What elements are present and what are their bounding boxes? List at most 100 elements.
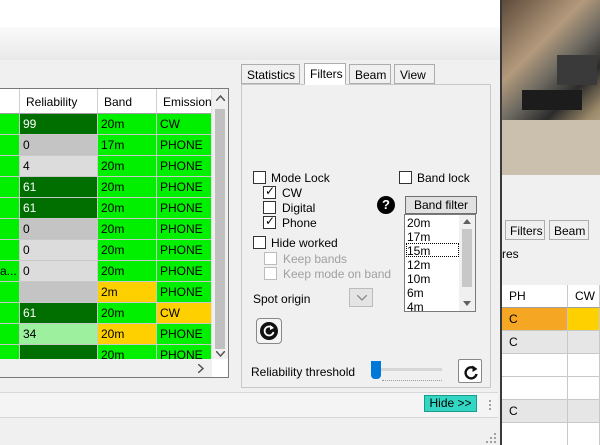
reliability-cell[interactable]: 99	[20, 114, 98, 135]
reliability-threshold-track[interactable]	[376, 368, 442, 371]
row-lead-cell[interactable]	[0, 156, 20, 177]
cw-checkbox[interactable]: ✓	[263, 184, 276, 199]
question-circle-icon[interactable]: ?	[377, 196, 395, 214]
tab-beam[interactable]: Beam	[549, 220, 589, 240]
column-header-band[interactable]: Band	[98, 89, 157, 114]
reliability-cell[interactable]: 4	[20, 156, 98, 177]
emission-cell[interactable]: CW	[157, 303, 212, 324]
band-cell[interactable]: 20m	[98, 240, 157, 261]
reliability-cell[interactable]: 0	[20, 135, 98, 156]
ph-cell[interactable]: C	[502, 308, 568, 331]
band-list-scrollbar[interactable]	[459, 215, 475, 311]
spot-origin-dropdown[interactable]	[349, 288, 373, 307]
hide-button[interactable]: Hide >>	[424, 395, 477, 412]
ph-cell[interactable]	[502, 423, 568, 445]
phone-checkbox[interactable]: ✓	[263, 214, 276, 229]
band-cell[interactable]: 2m	[98, 282, 157, 303]
band-cell[interactable]: 17m	[98, 135, 157, 156]
ph-cell[interactable]	[502, 354, 568, 377]
reliability-cell[interactable]: 0	[20, 219, 98, 240]
band-list-item-selected[interactable]: 15m	[407, 244, 430, 258]
scroll-right-icon[interactable]	[198, 364, 204, 373]
reliability-cell[interactable]: 0	[20, 261, 98, 282]
ph-cell[interactable]	[502, 377, 568, 400]
emission-cell[interactable]: PHONE	[157, 261, 212, 282]
band-cell[interactable]: 20m	[98, 261, 157, 282]
band-list-item[interactable]: 6m	[407, 286, 424, 300]
tab-beam[interactable]: Beam	[349, 64, 391, 84]
resize-grip-dot[interactable]	[494, 441, 496, 443]
grid-horizontal-scrollbar[interactable]	[0, 359, 212, 377]
row-lead-cell[interactable]	[0, 282, 20, 303]
emission-cell[interactable]: CW	[157, 114, 212, 135]
tab-filters[interactable]: Filters	[304, 63, 346, 85]
grid-vertical-scroll-thumb[interactable]	[215, 109, 225, 349]
ph-cell[interactable]: C	[502, 400, 568, 423]
row-lead-cell[interactable]	[0, 324, 20, 345]
cw-cell[interactable]	[568, 331, 600, 354]
row-lead-cell[interactable]	[0, 177, 20, 198]
resize-grip-dot[interactable]	[490, 441, 492, 443]
reliability-cell[interactable]: 34	[20, 324, 98, 345]
band-list-scroll-thumb[interactable]	[462, 229, 472, 287]
cw-cell[interactable]	[568, 354, 600, 377]
resize-grip-dot[interactable]	[486, 441, 488, 443]
resize-grip-dot[interactable]	[494, 437, 496, 439]
band-cell[interactable]: 20m	[98, 156, 157, 177]
emission-cell[interactable]: PHONE	[157, 156, 212, 177]
ph-cell[interactable]: C	[502, 331, 568, 354]
emission-cell[interactable]: PHONE	[157, 240, 212, 261]
row-lead-cell[interactable]	[0, 240, 20, 261]
column-header-left[interactable]	[0, 89, 20, 114]
column-header-ph[interactable]: PH	[502, 285, 568, 308]
band-list-item[interactable]: 17m	[407, 230, 430, 244]
reliability-cell[interactable]: 61	[20, 303, 98, 324]
cw-cell[interactable]	[568, 423, 600, 445]
band-list-item[interactable]: 12m	[407, 258, 430, 272]
hide-worked-checkbox[interactable]	[253, 236, 266, 249]
reliability-cell[interactable]: 61	[20, 177, 98, 198]
band-cell[interactable]: 20m	[98, 219, 157, 240]
grid-vertical-scrollbar[interactable]	[211, 89, 228, 359]
scroll-down-icon[interactable]	[463, 301, 471, 306]
tab-statistics[interactable]: Statistics	[241, 64, 300, 84]
band-filter-list[interactable]: 20m 17m 15m 12m 10m 6m 4m	[404, 214, 476, 312]
band-cell[interactable]: 20m	[98, 177, 157, 198]
band-list-item[interactable]: 4m	[407, 300, 424, 311]
column-header-emission[interactable]: Emission	[157, 89, 212, 114]
band-cell[interactable]: 20m	[98, 114, 157, 135]
column-header-reliability[interactable]: Reliability	[20, 89, 98, 114]
keep-mode-on-band-checkbox[interactable]	[264, 267, 277, 280]
row-lead-cell[interactable]	[0, 114, 20, 135]
row-lead-cell[interactable]	[0, 219, 20, 240]
cw-cell[interactable]	[568, 400, 600, 423]
cw-cell[interactable]	[568, 308, 600, 331]
emission-cell[interactable]: PHONE	[157, 282, 212, 303]
scroll-up-icon[interactable]	[216, 95, 225, 101]
band-lock-checkbox[interactable]	[399, 171, 412, 184]
emission-cell[interactable]: PHONE	[157, 198, 212, 219]
band-cell[interactable]: 20m	[98, 198, 157, 219]
emission-cell[interactable]: PHONE	[157, 135, 212, 156]
scroll-up-icon[interactable]	[463, 219, 471, 224]
emission-cell[interactable]: PHONE	[157, 219, 212, 240]
reliability-cell[interactable]: 0	[20, 240, 98, 261]
band-cell[interactable]: 20m	[98, 303, 157, 324]
cw-cell[interactable]	[568, 377, 600, 400]
band-cell[interactable]: 20m	[98, 324, 157, 345]
band-filter-button[interactable]: Band filter	[405, 196, 477, 214]
reset-button[interactable]	[458, 359, 482, 383]
refresh-button[interactable]	[256, 318, 282, 344]
reliability-cell[interactable]	[20, 282, 98, 303]
band-list-item[interactable]: 10m	[407, 272, 430, 286]
row-lead-cell[interactable]	[0, 303, 20, 324]
row-lead-cell[interactable]	[0, 198, 20, 219]
keep-bands-checkbox[interactable]	[264, 252, 277, 265]
resize-grip-dot[interactable]	[494, 433, 496, 435]
resize-grip-dot[interactable]	[490, 437, 492, 439]
mode-lock-checkbox[interactable]	[253, 171, 266, 184]
scroll-down-icon[interactable]	[216, 351, 225, 357]
digital-checkbox[interactable]	[263, 201, 276, 214]
band-list-item[interactable]: 20m	[407, 216, 430, 230]
reliability-threshold-slider[interactable]	[371, 361, 381, 379]
